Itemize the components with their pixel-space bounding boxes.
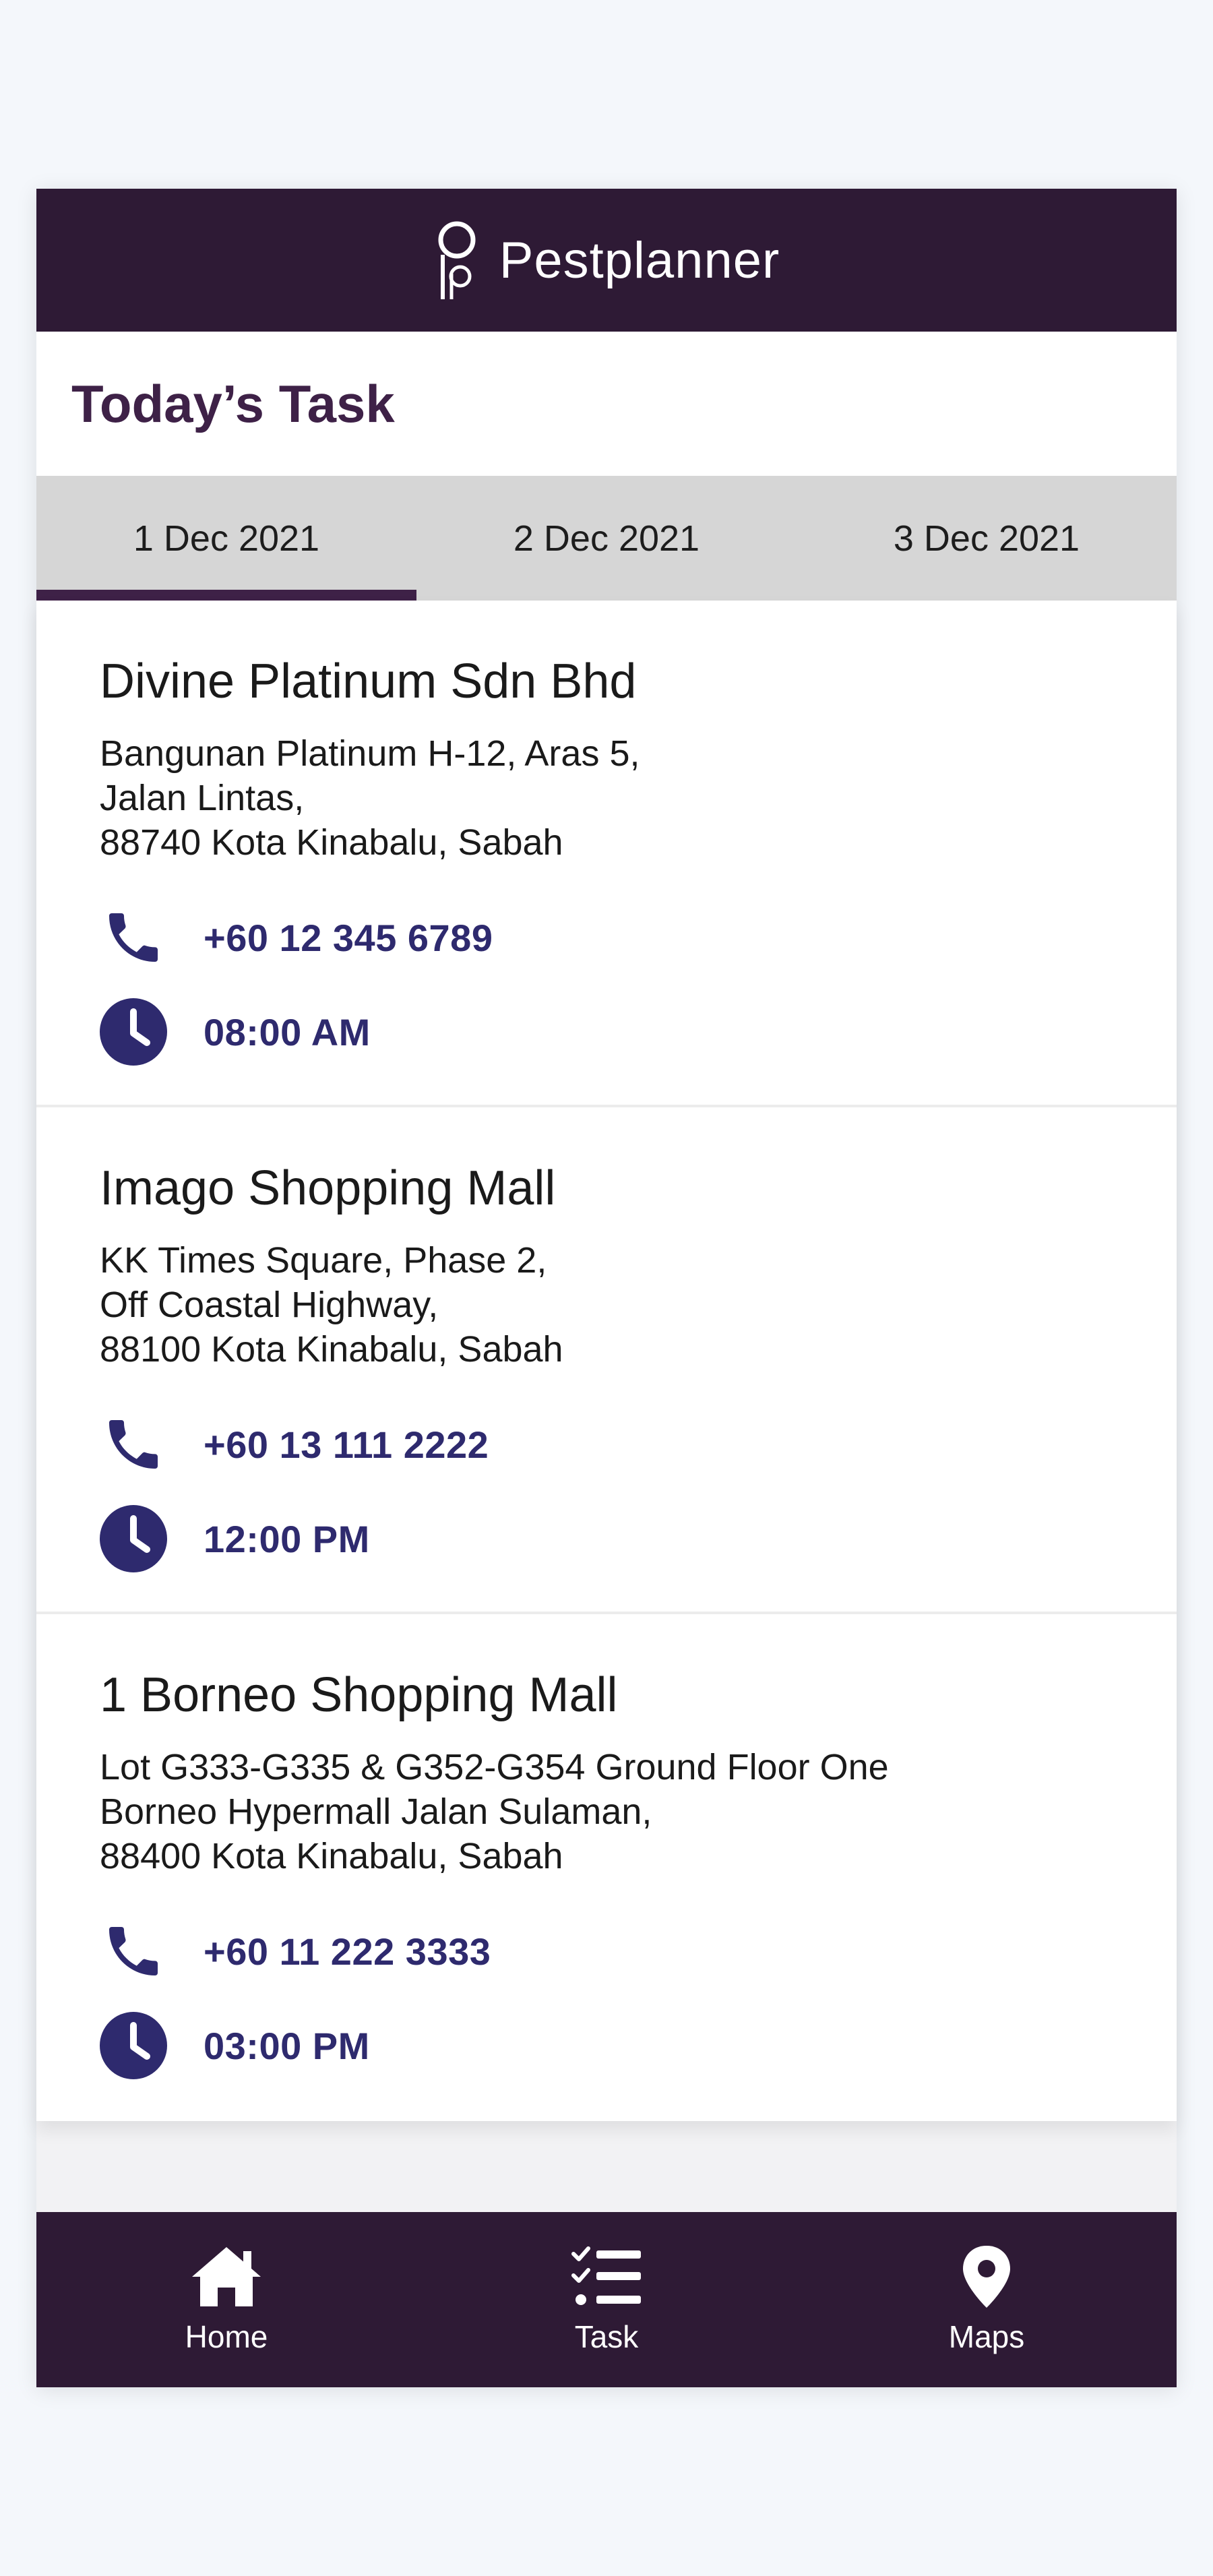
task-address: KK Times Square, Phase 2, Off Coastal Hi… xyxy=(100,1238,1177,1372)
page-title-bar: Today’s Task xyxy=(36,332,1177,476)
nav-task-label: Task xyxy=(574,2319,639,2354)
page-title: Today’s Task xyxy=(71,373,395,433)
time-row: 12:00 PM xyxy=(100,1505,370,1572)
address-line: 88400 Kota Kinabalu, Sabah xyxy=(100,1836,563,1876)
address-line: Jalan Lintas, xyxy=(100,778,305,818)
nav-home[interactable]: Home xyxy=(36,2212,416,2387)
nav-maps[interactable]: Maps xyxy=(797,2212,1177,2387)
task-name: Imago Shopping Mall xyxy=(100,1161,556,1215)
map-pin-icon xyxy=(950,2244,1024,2309)
address-line: Lot G333-G335 & G352-G354 Ground Floor O… xyxy=(100,1747,889,1787)
phone-icon xyxy=(100,1918,167,1985)
phone-row[interactable]: +60 12 345 6789 xyxy=(100,904,493,971)
nav-home-label: Home xyxy=(185,2319,268,2354)
task-list-icon xyxy=(569,2244,644,2309)
address-line: Off Coastal Highway, xyxy=(100,1285,439,1325)
task-card[interactable]: 1 Borneo Shopping Mall Lot G333-G335 & G… xyxy=(36,1614,1177,2121)
app-screen: Pestplanner Today’s Task 1 Dec 2021 2 De… xyxy=(36,189,1177,2387)
task-name: 1 Borneo Shopping Mall xyxy=(100,1668,618,1722)
time-row: 08:00 AM xyxy=(100,998,371,1066)
task-phone[interactable]: +60 12 345 6789 xyxy=(204,916,493,960)
clock-icon xyxy=(100,998,167,1066)
task-card[interactable]: Divine Platinum Sdn Bhd Bangunan Platinu… xyxy=(36,601,1177,1107)
clock-icon xyxy=(100,2012,167,2079)
address-line: 88740 Kota Kinabalu, Sabah xyxy=(100,822,563,863)
address-line: KK Times Square, Phase 2, xyxy=(100,1240,547,1281)
task-phone[interactable]: +60 11 222 3333 xyxy=(204,1930,491,1973)
home-icon xyxy=(189,2244,263,2309)
tab-date-3[interactable]: 3 Dec 2021 xyxy=(797,476,1177,601)
task-time: 12:00 PM xyxy=(204,1517,370,1560)
phone-row[interactable]: +60 13 111 2222 xyxy=(100,1411,489,1478)
phone-row[interactable]: +60 11 222 3333 xyxy=(100,1918,491,1985)
time-row: 03:00 PM xyxy=(100,2012,370,2079)
phone-icon xyxy=(100,1411,167,1478)
tab-date-1[interactable]: 1 Dec 2021 xyxy=(36,476,416,601)
phone-icon xyxy=(100,904,167,971)
task-time: 03:00 PM xyxy=(204,2024,370,2067)
task-name: Divine Platinum Sdn Bhd xyxy=(100,654,637,708)
task-address: Lot G333-G335 & G352-G354 Ground Floor O… xyxy=(100,1745,1177,1878)
clock-icon xyxy=(100,1505,167,1572)
task-address: Bangunan Platinum H-12, Aras 5, Jalan Li… xyxy=(100,731,1177,865)
task-list: Divine Platinum Sdn Bhd Bangunan Platinu… xyxy=(36,601,1177,2121)
address-line: Borneo Hypermall Jalan Sulaman, xyxy=(100,1791,652,1832)
task-phone[interactable]: +60 13 111 2222 xyxy=(204,1423,489,1467)
task-card[interactable]: Imago Shopping Mall KK Times Square, Pha… xyxy=(36,1107,1177,1614)
address-line: 88100 Kota Kinabalu, Sabah xyxy=(100,1329,563,1370)
bottom-nav: Home Task Maps xyxy=(36,2212,1177,2387)
date-tabs: 1 Dec 2021 2 Dec 2021 3 Dec 2021 xyxy=(36,476,1177,601)
task-time: 08:00 AM xyxy=(204,1010,371,1053)
nav-maps-label: Maps xyxy=(948,2319,1025,2354)
app-title: Pestplanner xyxy=(499,231,780,289)
nav-task[interactable]: Task xyxy=(416,2212,797,2387)
address-line: Bangunan Platinum H-12, Aras 5, xyxy=(100,733,640,774)
pestplanner-logo-icon xyxy=(438,221,476,299)
tab-date-2[interactable]: 2 Dec 2021 xyxy=(416,476,797,601)
app-header: Pestplanner xyxy=(36,189,1177,332)
